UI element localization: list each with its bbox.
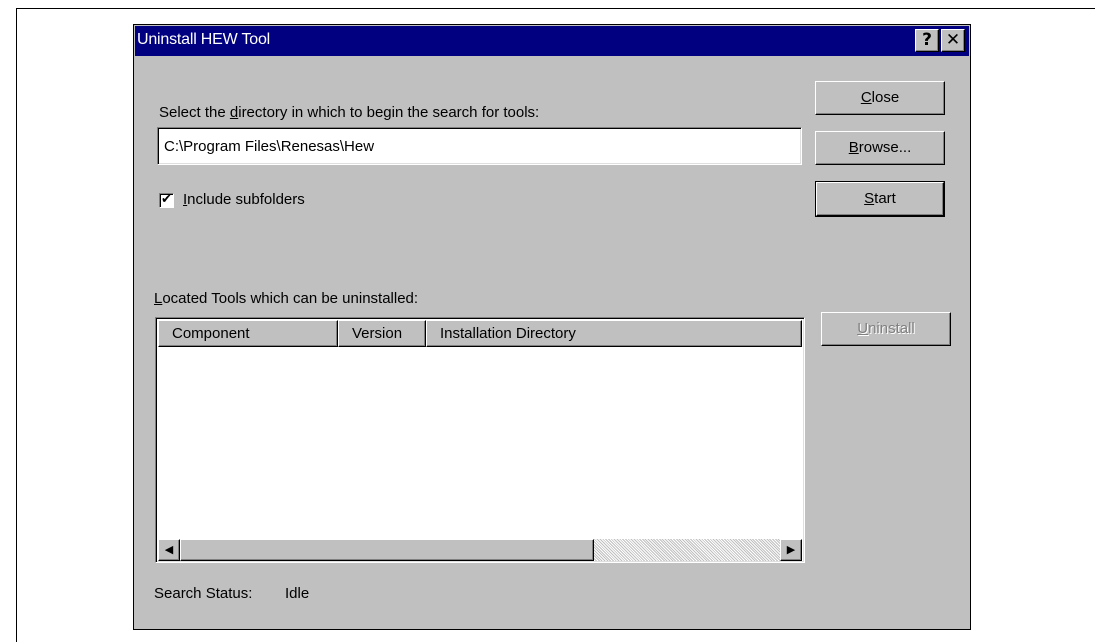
checkmark-icon: ✔: [161, 192, 172, 207]
include-subfolders-checkbox[interactable]: ✔: [159, 193, 174, 208]
close-icon: ✕: [945, 30, 961, 50]
column-header-version[interactable]: Version: [338, 320, 426, 347]
scroll-right-button[interactable]: ▶: [780, 539, 802, 561]
column-header-installation-directory[interactable]: Installation Directory: [426, 320, 802, 347]
close-button[interactable]: Close: [815, 81, 945, 115]
window-title: Uninstall HEW Tool: [137, 31, 271, 48]
directory-input[interactable]: C:\Program Files\Renesas\Hew: [157, 127, 802, 165]
page-frame-left: [16, 8, 17, 642]
page-frame-top: [16, 8, 1095, 9]
include-subfolders-label[interactable]: Include subfolders: [183, 191, 305, 208]
title-bar[interactable]: Uninstall HEW Tool ? ✕: [135, 26, 969, 56]
help-icon: ?: [922, 30, 932, 50]
located-tools-list[interactable]: Component Version Installation Directory…: [155, 317, 805, 563]
scroll-thumb[interactable]: [180, 539, 594, 561]
start-button[interactable]: Start: [815, 181, 945, 217]
scroll-left-button[interactable]: ◀: [158, 539, 180, 561]
located-tools-label: Located Tools which can be uninstalled:: [154, 290, 419, 307]
uninstall-button[interactable]: Uninstall: [821, 312, 951, 346]
arrow-right-icon: ▶: [786, 543, 796, 556]
directory-input-value: C:\Program Files\Renesas\Hew: [164, 138, 375, 155]
column-header-component[interactable]: Component: [158, 320, 338, 347]
search-status-label: Search Status:: [154, 585, 253, 602]
browse-button[interactable]: Browse...: [815, 131, 945, 165]
search-status-value: Idle: [285, 585, 310, 602]
help-button[interactable]: ?: [915, 29, 939, 52]
directory-label: Select the directory in which to begin t…: [159, 104, 540, 121]
horizontal-scrollbar[interactable]: ◀ ▶: [158, 539, 802, 561]
uninstall-dialog: Uninstall HEW Tool ? ✕ Select the direct…: [133, 24, 971, 630]
window-close-button[interactable]: ✕: [941, 29, 965, 52]
arrow-left-icon: ◀: [164, 543, 174, 556]
